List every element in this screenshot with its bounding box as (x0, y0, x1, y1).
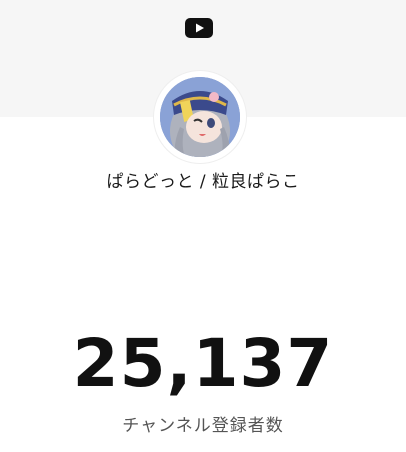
channel-avatar[interactable] (154, 71, 246, 163)
subscriber-counter-page: ぱらどっと / 粒良ぱらこ 25,137 チャンネル登録者数 (0, 0, 406, 452)
subscriber-label: チャンネル登録者数 (122, 416, 284, 436)
subscriber-count: 25,137 (72, 325, 334, 402)
youtube-icon[interactable] (185, 18, 213, 38)
channel-name[interactable]: ぱらどっと / 粒良ぱらこ (0, 170, 406, 194)
